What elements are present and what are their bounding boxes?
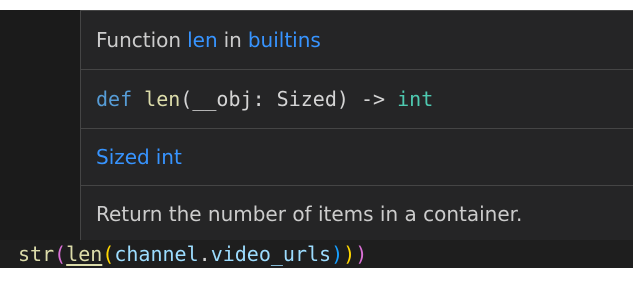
type-link-sized[interactable]: Sized [96, 145, 150, 169]
hover-docstring: Return the number of items in a containe… [96, 201, 523, 226]
type-link-int[interactable]: int [156, 145, 182, 169]
code-attribute: video_urls [210, 242, 332, 266]
hover-signature: def len ( __obj : Sized ) -> int [81, 70, 633, 128]
code-dot: . [198, 242, 211, 266]
hover-title: Function len in builtins [81, 11, 633, 69]
signature-colon: : [252, 87, 265, 111]
hover-type-links: Sized int [81, 129, 633, 185]
code-bracket-open-2: ( [102, 242, 115, 266]
code-bracket-open-1: ( [54, 242, 67, 266]
signature-return-type: int [397, 87, 434, 111]
signature-param: __obj [192, 87, 253, 111]
module-link[interactable]: builtins [248, 28, 321, 52]
code-outer-function: str [18, 242, 55, 266]
hover-title-prefix: Function [96, 28, 182, 52]
function-name-link[interactable]: len [187, 28, 218, 52]
signature-function: len [144, 87, 181, 111]
signature-arrow: -> [360, 87, 386, 111]
signature-open-paren: ( [180, 87, 193, 111]
signature-close-paren: ) [336, 87, 349, 111]
code-inner-function[interactable]: len [66, 242, 102, 266]
editor-gutter [0, 10, 80, 240]
code-object: channel [114, 242, 199, 266]
signature-keyword: def [96, 87, 133, 111]
code-line[interactable]: str(len(channel.video_urls))) [0, 240, 633, 268]
signature-param-type: Sized [276, 87, 337, 111]
hover-tooltip: Function len in builtins def len ( __obj… [80, 10, 633, 240]
code-bracket-close-1: ) [343, 242, 356, 266]
code-bracket-close-2: ) [331, 242, 344, 266]
code-bracket-close-0: ) [355, 242, 368, 266]
screenshot-frame: Function len in builtins def len ( __obj… [0, 0, 633, 282]
hover-title-middle: in [223, 28, 242, 52]
